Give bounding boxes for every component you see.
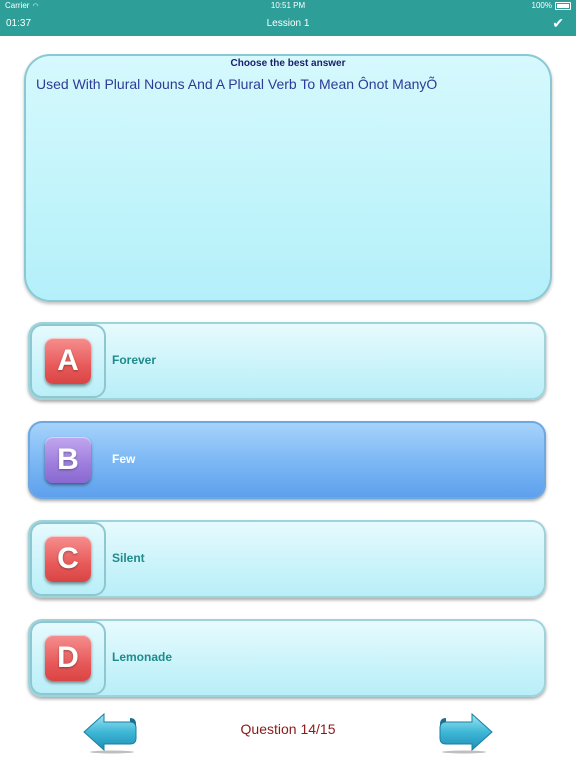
option-d[interactable]: D Lemonade xyxy=(28,619,546,697)
option-letter-cell: D xyxy=(30,621,106,695)
option-letter-cell: C xyxy=(30,522,106,596)
battery-icon xyxy=(555,1,571,10)
option-c[interactable]: C Silent xyxy=(28,520,546,598)
status-bar: Carrier ◠ 10:51 PM 100% xyxy=(0,0,576,12)
option-letter-cell: A xyxy=(30,324,106,398)
right-arrow-icon[interactable] xyxy=(438,712,494,754)
option-letter-badge: B xyxy=(45,437,91,483)
question-text: Used With Plural Nouns And A Plural Verb… xyxy=(36,76,438,92)
question-prompt: Choose the best answer xyxy=(230,58,346,69)
option-letter-badge: A xyxy=(45,338,91,384)
page-title: Lession 1 xyxy=(266,18,310,29)
option-label: Lemonade xyxy=(112,650,173,664)
nav-bar: 01:37 Lession 1 ✔ xyxy=(0,12,576,36)
option-label: Forever xyxy=(112,353,157,367)
option-letter-badge: C xyxy=(45,536,91,582)
footer: Question 14/15 xyxy=(0,708,576,768)
status-time: 10:51 PM xyxy=(270,1,306,10)
checkmark-icon[interactable]: ✔ xyxy=(552,15,564,32)
battery-percent: 100% xyxy=(531,1,552,10)
option-label: Few xyxy=(112,452,136,466)
battery-indicator: 100% xyxy=(532,1,571,10)
option-letter-badge: D xyxy=(45,635,91,681)
option-a[interactable]: A Forever xyxy=(28,322,546,400)
option-label: Silent xyxy=(112,551,145,565)
question-card: Choose the best answer Used With Plural … xyxy=(24,54,552,302)
option-letter-cell: B xyxy=(30,423,106,497)
option-b[interactable]: B Few xyxy=(28,421,546,499)
